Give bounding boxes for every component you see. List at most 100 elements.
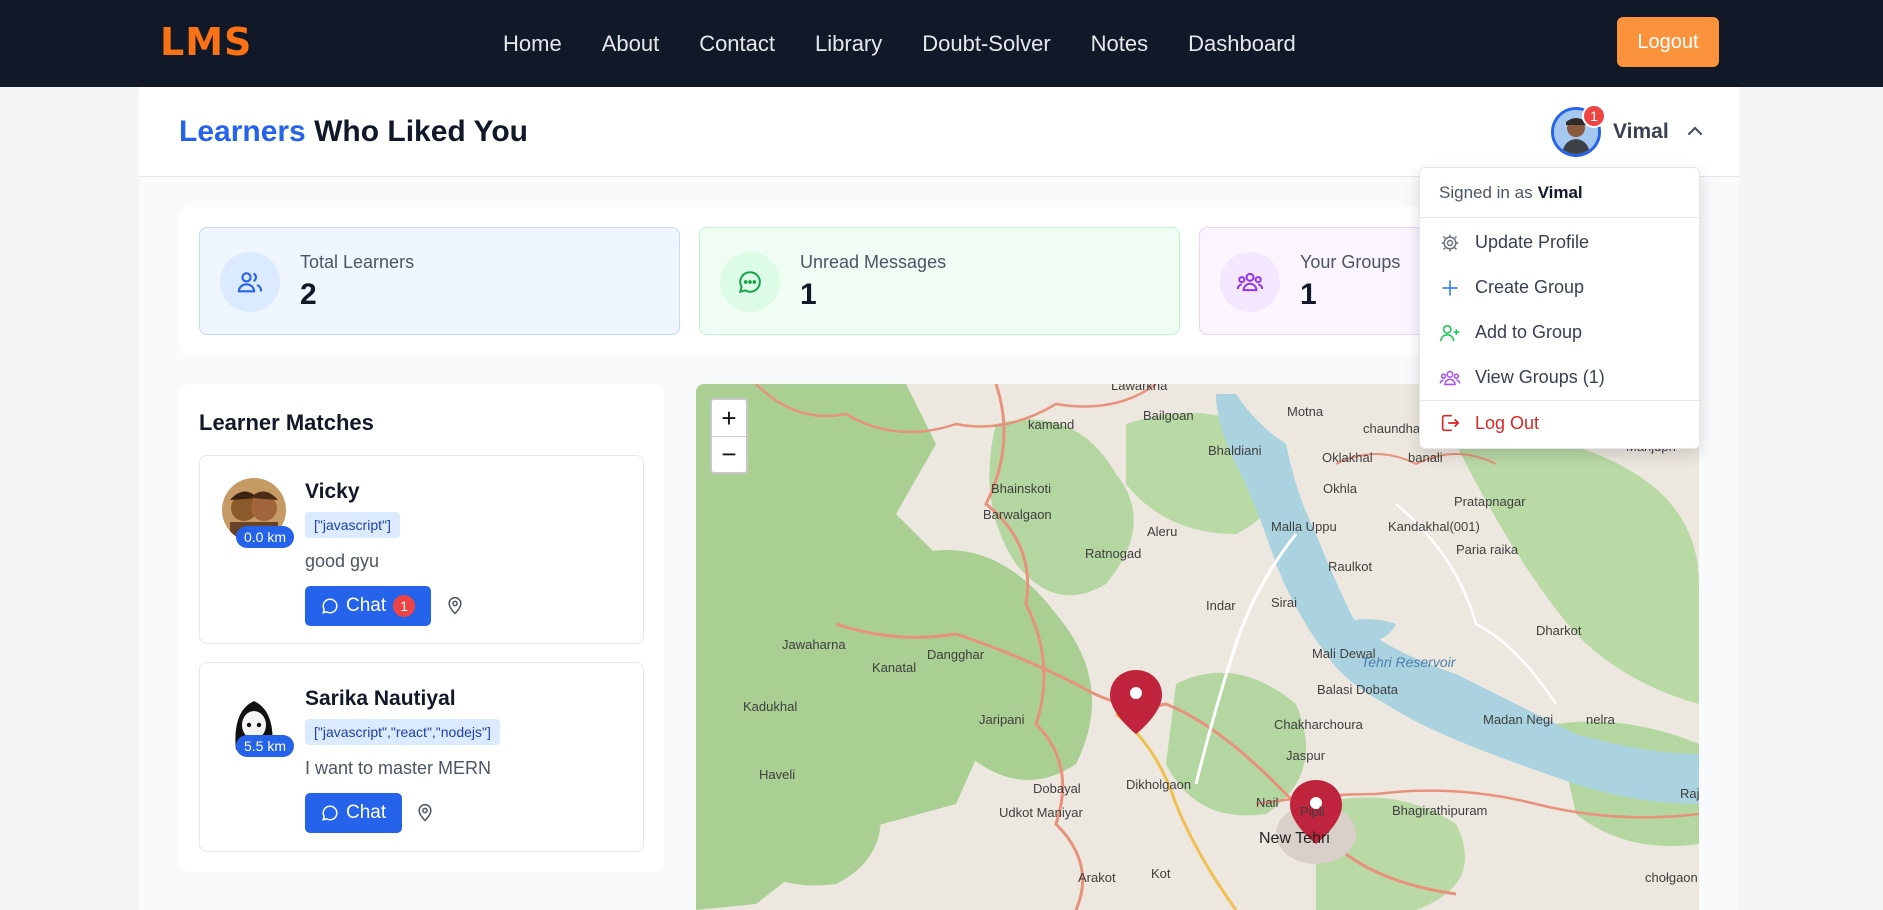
logout-button[interactable]: Logout [1617,17,1719,67]
menu-item-add-to-group[interactable]: Add to Group [1420,310,1699,355]
nav-link-about[interactable]: About [602,31,660,57]
map-place-label: Balasi Dobata [1317,682,1398,697]
map-place-label: Jawaharna [782,637,846,652]
groups-icon [1220,252,1280,312]
map-place-label: nelra [1586,712,1615,727]
signed-in-user: Vimal [1537,182,1583,202]
map-place-label: Kandakhal(001) [1388,519,1480,534]
learner-map[interactable]: + − Lawarkha kamand Bailgoan Motna chaun… [696,384,1699,910]
message-icon [720,252,780,312]
menu-item-label: Create Group [1475,277,1585,297]
nav-link-notes[interactable]: Notes [1091,31,1148,57]
stat-label: Total Learners [300,252,415,272]
map-place-label: Jaspur [1286,748,1326,763]
location-pin-icon[interactable] [415,803,435,823]
logout-icon [1439,412,1461,434]
map-place-label: Bhainskoti [991,481,1051,496]
gear-icon [1439,232,1461,254]
distance-badge: 5.5 km [236,735,295,757]
learner-tags: ["javascript","react","nodejs"] [305,719,500,745]
learner-tags: ["javascript"] [305,512,400,538]
user-menu-toggle[interactable]: 1 Vimal [1551,104,1703,159]
stat-value: 2 [300,278,317,311]
map-place-label: Nail [1256,795,1279,810]
user-dropdown-menu: Signed in as Vimal Update Profile Create… [1419,167,1700,449]
notification-badge: 1 [1582,104,1606,128]
nav-link-doubt-solver[interactable]: Doubt-Solver [922,31,1050,57]
menu-item-create-group[interactable]: Create Group [1420,265,1699,310]
map-place-label: Chakharchoura [1274,717,1363,732]
map-place-label: Pratapnagar [1454,494,1526,509]
brand-logo[interactable]: LMS [160,20,252,64]
stat-total-learners: Total Learners 2 [199,227,680,335]
menu-item-label: Log Out [1475,412,1540,433]
chat-icon [322,598,338,614]
map-place-label: Haveli [759,767,796,782]
stat-value: 1 [1300,278,1317,311]
stat-value: 1 [800,278,817,311]
chat-button[interactable]: Chat [305,793,403,833]
signed-in-header: Signed in as Vimal [1420,168,1699,218]
map-place-label: Okhla [1323,481,1357,496]
map-place-label: Paria raika [1456,542,1519,557]
map-place-label: Pipli [1300,804,1325,819]
menu-item-update-profile[interactable]: Update Profile [1420,220,1699,265]
map-place-label: Motna [1287,404,1324,419]
map-place-label: Sirai [1271,595,1298,610]
learner-name: Vicky [305,480,360,503]
chat-label: Chat [346,802,387,823]
location-pin-icon[interactable] [445,596,465,616]
page-header: Learners Who Liked You 1 Vimal [139,87,1739,177]
page-title: Learners Who Liked You [179,115,528,149]
menu-item-view-groups[interactable]: View Groups (1) [1420,355,1699,400]
users-icon [220,252,280,312]
map-place-label: Raj [1680,786,1699,801]
map-tiles [696,384,1699,910]
map-place-label: Bhagirathipuram [1392,803,1488,818]
chat-icon [322,805,338,821]
map-place-label: Kanatal [872,660,917,675]
map-place-label: Indar [1206,598,1236,613]
map-place-label: Oklakhal [1322,450,1373,465]
user-name: Vimal [1613,120,1669,143]
learner-bio: good gyu [305,551,380,571]
map-place-label: Madan Negi [1483,712,1554,727]
nav-links: Home About Contact Library Doubt-Solver … [503,0,1296,87]
chevron-up-icon [1687,123,1703,141]
match-card: 5.5 km Sarika Nautiyal ["javascript","re… [199,662,644,852]
nav-link-contact[interactable]: Contact [699,31,775,57]
map-place-label: Jaripani [979,712,1025,727]
learner-bio: I want to master MERN [305,758,492,778]
menu-item-label: View Groups (1) [1475,367,1605,387]
zoom-out-button[interactable]: − [712,436,746,472]
learner-name: Sarika Nautiyal [305,687,456,710]
distance-badge: 0.0 km [236,526,295,548]
page-title-accent: Learners [179,115,306,148]
map-place-label: chołgaon [1645,870,1698,885]
learner-matches-panel: Learner Matches 0.0 km Vicky ["javascrip… [179,384,664,872]
map-place-label: Aleru [1147,524,1178,539]
chat-label: Chat [346,595,387,616]
zoom-in-button[interactable]: + [712,400,746,436]
avatar: 1 [1551,104,1606,157]
nav-link-dashboard[interactable]: Dashboard [1188,31,1296,57]
map-place-label: Udkot Maniyar [999,805,1083,820]
unread-badge: 1 [393,595,416,617]
map-place-label: Tehri Reservoir [1361,654,1456,670]
stat-label: Your Groups [1300,252,1401,272]
map-place-label: Dobayal [1033,781,1081,796]
groups-icon [1439,367,1461,389]
menu-item-log-out[interactable]: Log Out [1420,400,1699,445]
nav-link-home[interactable]: Home [503,31,562,57]
user-plus-icon [1439,322,1461,344]
matches-title: Learner Matches [199,410,374,435]
map-place-label: Malla Uppu [1271,519,1337,534]
nav-link-library[interactable]: Library [815,31,882,57]
map-zoom-control: + − [710,398,748,474]
map-place-label: Bailgoan [1143,408,1194,423]
top-navbar: LMS Home About Contact Library Doubt-Sol… [0,0,1883,87]
map-place-label: Dharkot [1536,623,1582,638]
map-place-label: Bhaldiani [1208,443,1262,458]
chat-button[interactable]: Chat 1 [305,586,432,626]
map-place-label: Kot [1151,866,1171,881]
